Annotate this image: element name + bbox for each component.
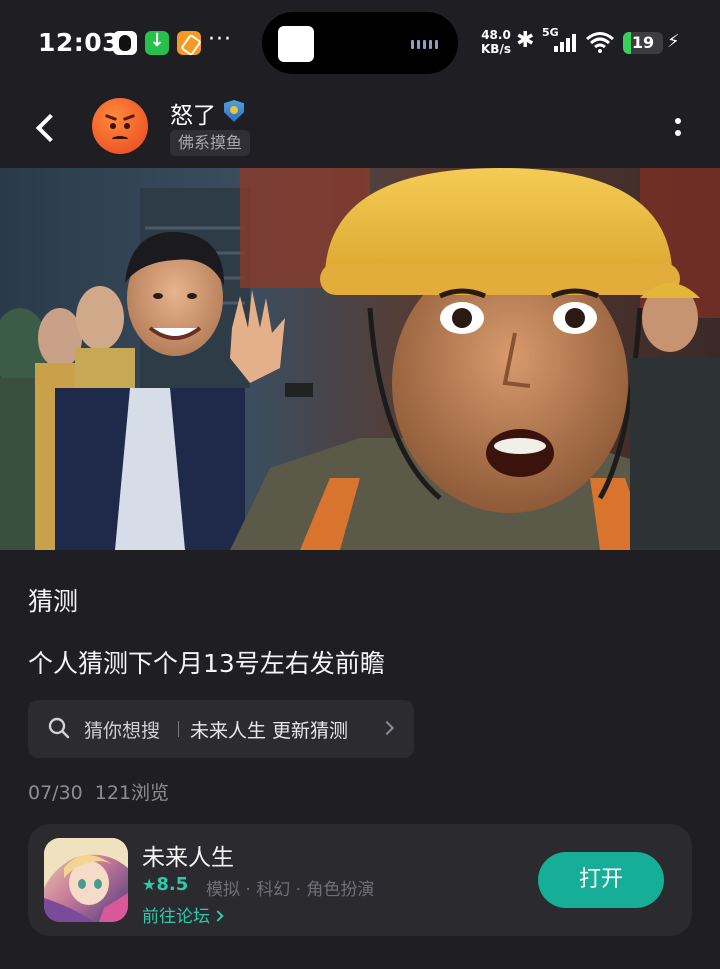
post-title: 猜测	[28, 587, 79, 616]
post-header: 怒了 佛系摸鱼	[0, 88, 720, 168]
game-icon[interactable]	[44, 838, 128, 922]
audio-bars-icon	[411, 40, 438, 49]
view-count: 121浏览	[94, 782, 170, 804]
back-button[interactable]	[32, 110, 62, 146]
net-speed: 48.0 KB/s	[481, 28, 511, 56]
post-image[interactable]	[0, 168, 720, 550]
game-app-card[interactable]: 未来人生 ★8.5 模拟 · 科幻 · 角色扮演 前往论坛 打开	[28, 824, 692, 936]
battery-level: 19	[631, 33, 655, 52]
search-chip-query: 未来人生 更新猜测	[190, 720, 349, 742]
download-icon	[145, 30, 169, 55]
more-options-button[interactable]	[674, 118, 682, 140]
qq-icon	[113, 31, 137, 55]
signal-icon: 5G	[542, 26, 582, 56]
post-meta: 07/30 121浏览	[28, 778, 169, 805]
forum-link-label: 前往论坛	[142, 907, 210, 927]
shield-badge-icon	[224, 100, 244, 122]
suggested-search-chip[interactable]: 猜你想搜 未来人生 更新猜测	[28, 700, 414, 758]
bluetooth-icon: ✱	[516, 28, 535, 53]
post-body: 个人猜测下个月13号左右发前瞻	[28, 649, 385, 678]
game-tags: 模拟 · 科幻 · 角色扮演	[206, 880, 375, 900]
charging-icon: ⚡	[667, 31, 680, 52]
game-rating: ★8.5	[142, 874, 188, 895]
orange-app-icon	[177, 31, 201, 55]
status-time: 12:03	[38, 28, 121, 57]
search-icon	[48, 717, 70, 739]
rating-value: 8.5	[156, 874, 189, 895]
open-button[interactable]: 打开	[538, 852, 664, 908]
post-date: 07/30	[28, 782, 83, 804]
username[interactable]: 怒了	[170, 96, 216, 130]
more-notifications-icon: ···	[208, 27, 232, 52]
chevron-right-icon	[379, 720, 395, 736]
game-name: 未来人生	[142, 845, 234, 871]
wifi-icon	[586, 32, 614, 53]
divider	[178, 721, 179, 737]
search-chip-label: 猜你想搜	[84, 720, 161, 742]
construction-worker-photo	[0, 168, 720, 550]
go-to-forum-link[interactable]: 前往论坛	[142, 902, 224, 927]
island-thumbnail	[278, 26, 314, 62]
dynamic-island[interactable]	[262, 12, 458, 74]
chevron-right-icon	[212, 910, 224, 922]
group-tag[interactable]: 佛系摸鱼	[170, 130, 251, 156]
avatar[interactable]	[92, 98, 148, 154]
status-bar: 12:03 ··· 48.0 KB/s ✱ 5G 19 ⚡	[0, 0, 720, 88]
battery-icon: 19	[623, 32, 663, 54]
star-icon: ★	[142, 875, 157, 894]
